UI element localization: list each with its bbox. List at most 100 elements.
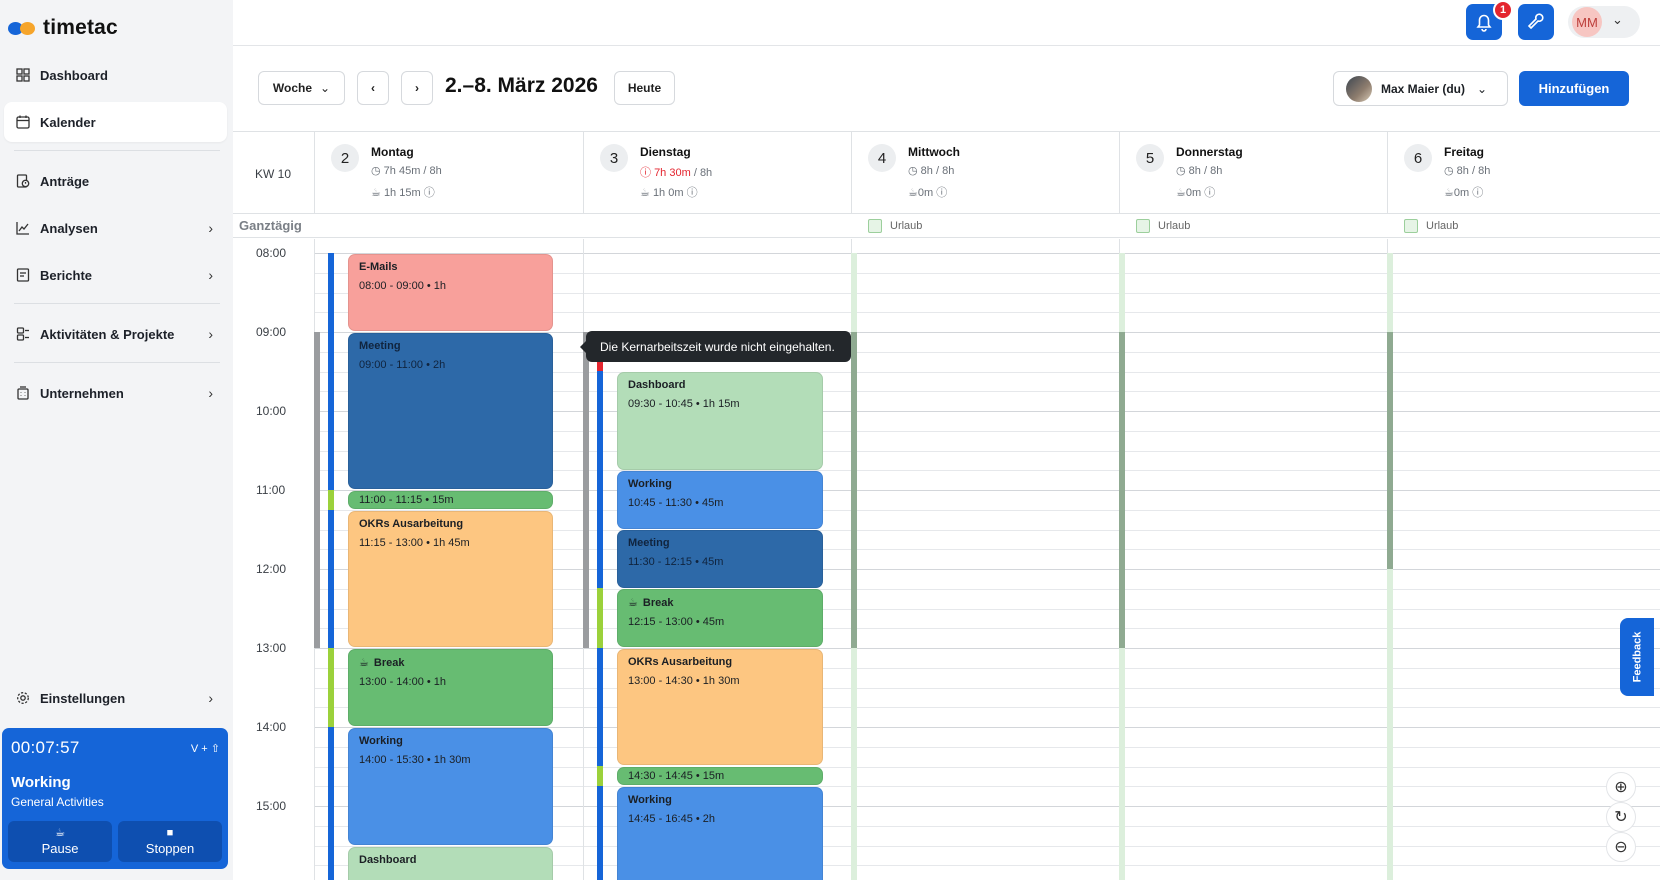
time-label: 14:00 <box>256 720 287 734</box>
timer-activity: General Activities <box>11 795 104 809</box>
time-label: 11:00 <box>256 483 286 497</box>
chevron-right-icon: › <box>208 690 213 706</box>
day-header-thursday[interactable]: 5 Donnerstag ◷ 8h / 8h ☕0m ⓘ <box>1119 131 1387 213</box>
info-icon[interactable]: ⓘ <box>424 187 435 199</box>
chevron-down-icon[interactable]: ⌄ <box>1612 12 1623 28</box>
timetac-logo[interactable]: timetac <box>8 16 118 40</box>
chevron-right-icon: › <box>208 326 213 342</box>
event-time: 11:00 - 11:15 • 15m <box>359 494 454 506</box>
allday-event-urlaub[interactable]: Urlaub <box>1136 219 1190 233</box>
calendar-event[interactable]: Meeting 11:30 - 12:15 • 45m <box>617 530 823 588</box>
notification-badge: 1 <box>1493 0 1513 20</box>
sidebar-item-dashboard[interactable]: Dashboard <box>4 55 227 95</box>
info-icon[interactable]: ⓘ <box>936 187 947 199</box>
add-button[interactable]: Hinzufügen <box>1519 71 1629 106</box>
pause-label: Pause <box>41 841 79 856</box>
avatar[interactable]: MM <box>1572 7 1602 37</box>
day-header-tuesday[interactable]: 3 Dienstag ⓘ 7h 30m / 8h ☕ 1h 0m ⓘ <box>583 131 851 213</box>
calendar-event[interactable]: E-Mails 08:00 - 09:00 • 1h <box>348 254 553 331</box>
calendar-event[interactable]: OKRs Ausarbeitung 11:15 - 13:00 • 1h 45m <box>348 511 553 647</box>
sidebar-item-antraege[interactable]: Anträge <box>4 161 227 201</box>
day-hours: ◷ 8h / 8h <box>1444 165 1491 177</box>
sidebar-item-label: Einstellungen <box>40 690 126 706</box>
day-break: ☕0m ⓘ <box>1176 184 1215 200</box>
time-label: 13:00 <box>256 641 287 655</box>
info-icon[interactable]: ⓘ <box>687 187 698 199</box>
break-time: 0m <box>1185 187 1202 199</box>
today-button[interactable]: Heute <box>614 71 675 105</box>
calendar-event[interactable]: Working 14:45 - 16:45 • 2h <box>617 787 823 880</box>
user-photo-avatar <box>1346 75 1372 102</box>
event-time: 11:30 - 12:15 • 45m <box>628 556 724 568</box>
work-strip <box>597 371 603 588</box>
sidebar-item-label: Aktivitäten & Projekte <box>40 326 175 342</box>
event-time: 14:00 - 15:30 • 1h 30m <box>359 754 471 766</box>
day-break: ☕ 1h 0m ⓘ <box>640 184 698 200</box>
day-header-wednesday[interactable]: 4 Mittwoch ◷ 8h / 8h ☕0m ⓘ <box>851 131 1119 213</box>
zoom-out-button[interactable]: ⊖ <box>1606 832 1636 862</box>
day-hours: ◷ 7h 45m / 8h <box>371 165 442 177</box>
work-strip <box>328 727 334 880</box>
day-header-monday[interactable]: 2 Montag ◷ 7h 45m / 8h ☕ 1h 15m ⓘ <box>314 131 583 213</box>
warning-icon: ⓘ <box>640 167 651 179</box>
allday-event-urlaub[interactable]: Urlaub <box>1404 219 1458 233</box>
allday-event-urlaub[interactable]: Urlaub <box>868 219 922 233</box>
activity-icon <box>15 326 31 342</box>
info-icon[interactable]: ⓘ <box>1472 187 1483 199</box>
day-header-friday[interactable]: 6 Freitag ◷ 8h / 8h ☕0m ⓘ <box>1387 131 1660 213</box>
pause-button[interactable]: ☕ Pause <box>8 821 112 862</box>
sidebar-item-unternehmen[interactable]: Unternehmen › <box>4 373 227 413</box>
coffee-icon: ☕ <box>1176 187 1186 199</box>
event-time: 08:00 - 09:00 • 1h <box>359 280 447 292</box>
calendar-event[interactable]: Working 10:45 - 11:30 • 45m <box>617 471 823 529</box>
work-strip <box>328 510 334 648</box>
event-time: 09:00 - 11:00 • 2h <box>359 359 446 371</box>
calendar-event[interactable]: Working 14:00 - 15:30 • 1h 30m <box>348 728 553 845</box>
sidebar-item-aktivitaeten-projekte[interactable]: Aktivitäten & Projekte › <box>4 314 227 354</box>
sidebar-item-analysen[interactable]: Analysen › <box>4 208 227 248</box>
request-icon <box>15 173 31 189</box>
zoom-in-button[interactable]: ⊕ <box>1606 772 1636 802</box>
time-grid[interactable]: 08:00 09:00 10:00 11:00 12:00 13:00 14:0… <box>233 239 1660 880</box>
sidebar-item-kalender[interactable]: Kalender <box>4 102 227 142</box>
calendar-event[interactable]: Dashboard <box>348 847 553 880</box>
plus-circle-icon: ⊕ <box>1614 779 1628 796</box>
prev-week-button[interactable]: ‹ <box>357 71 389 105</box>
stop-button[interactable]: ■ Stoppen <box>118 821 222 862</box>
event-title: Working <box>628 794 672 806</box>
info-icon[interactable]: ⓘ <box>1204 187 1215 199</box>
view-select[interactable]: Woche ⌄ <box>258 71 345 105</box>
break-time: 1h 15m <box>383 187 421 199</box>
calendar-event[interactable]: Meeting 09:00 - 11:00 • 2h <box>348 333 553 489</box>
reset-zoom-button[interactable]: ↻ <box>1606 802 1636 832</box>
sidebar-item-berichte[interactable]: Berichte › <box>4 255 227 295</box>
time-label: 08:00 <box>256 246 287 260</box>
timer-display: 00:07:57 <box>11 738 80 757</box>
calendar-event[interactable]: 11:00 - 11:15 • 15m <box>348 491 553 509</box>
person-select[interactable]: Max Maier (du) ⌄ <box>1333 71 1508 106</box>
day-break: ☕0m ⓘ <box>908 184 947 200</box>
day-number: 5 <box>1136 144 1164 172</box>
event-title-text: Break <box>642 596 674 609</box>
calendar-event[interactable]: 14:30 - 14:45 • 15m <box>617 767 823 785</box>
day-hours: ◷ 8h / 8h <box>1176 165 1223 177</box>
time-label: 10:00 <box>256 404 287 418</box>
break-strip <box>597 588 603 648</box>
sidebar-item-einstellungen[interactable]: Einstellungen › <box>4 678 227 718</box>
calendar-event[interactable]: Dashboard 09:30 - 10:45 • 1h 15m <box>617 372 823 470</box>
date-range-title: 2.–8. März 2026 <box>445 74 598 97</box>
tools-button[interactable] <box>1518 4 1554 40</box>
hours-done: 8h <box>1456 165 1469 177</box>
core-time-strip <box>583 332 589 648</box>
allday-event-label: Urlaub <box>1158 220 1191 232</box>
calendar-event[interactable]: OKRs Ausarbeitung 13:00 - 14:30 • 1h 30m <box>617 649 823 765</box>
calendar-event[interactable]: ☕ Break 12:15 - 13:00 • 45m <box>617 589 823 647</box>
feedback-tab[interactable]: Feedback <box>1620 618 1654 696</box>
chevron-right-icon: › <box>415 81 419 95</box>
coffee-icon: ☕ <box>908 187 918 199</box>
time-label: 12:00 <box>256 562 287 576</box>
core-time-strip <box>1119 332 1125 648</box>
calendar-event[interactable]: ☕ Break 13:00 - 14:00 • 1h <box>348 649 553 726</box>
next-week-button[interactable]: › <box>401 71 433 105</box>
hours-done: 7h 30m <box>654 167 691 179</box>
